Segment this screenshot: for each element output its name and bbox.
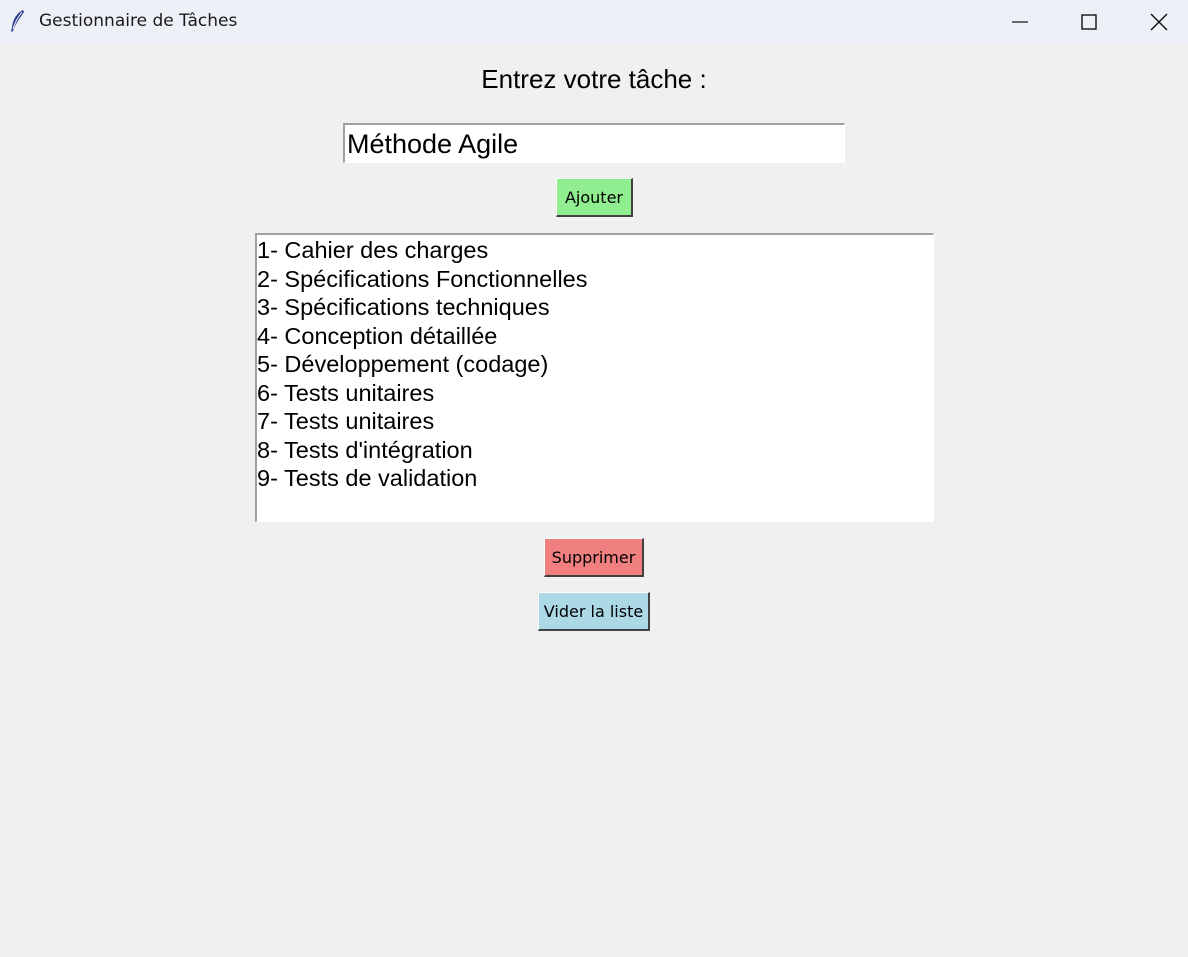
list-item[interactable]: 7- Tests unitaires xyxy=(257,407,933,436)
list-item[interactable]: 1- Cahier des charges xyxy=(257,236,933,265)
delete-button[interactable]: Supprimer xyxy=(544,538,644,577)
list-item[interactable]: 4- Conception détaillée xyxy=(257,322,933,351)
app-window: Gestionnaire de Tâches Entrez votre tâch… xyxy=(0,0,1188,957)
task-input[interactable] xyxy=(343,123,845,163)
feather-icon xyxy=(8,9,28,33)
minimize-icon xyxy=(1011,13,1029,31)
clear-list-button[interactable]: Vider la liste xyxy=(538,592,650,631)
close-button[interactable] xyxy=(1124,0,1188,44)
close-icon xyxy=(1150,13,1168,31)
task-prompt-label: Entrez votre tâche : xyxy=(481,64,707,94)
window-title: Gestionnaire de Tâches xyxy=(39,11,238,31)
list-item[interactable]: 8- Tests d'intégration xyxy=(257,436,933,465)
list-item[interactable]: 3- Spécifications techniques xyxy=(257,293,933,322)
maximize-icon xyxy=(1080,13,1098,31)
minimize-button[interactable] xyxy=(985,0,1055,44)
list-item[interactable]: 2- Spécifications Fonctionnelles xyxy=(257,265,933,294)
list-item[interactable]: 6- Tests unitaires xyxy=(257,379,933,408)
maximize-button[interactable] xyxy=(1054,0,1124,44)
task-listbox[interactable]: 1- Cahier des charges 2- Spécifications F… xyxy=(255,233,934,522)
add-button[interactable]: Ajouter xyxy=(556,178,633,217)
title-bar[interactable]: Gestionnaire de Tâches xyxy=(0,0,1188,44)
list-item[interactable]: 5- Développement (codage) xyxy=(257,350,933,379)
list-item[interactable]: 9- Tests de validation xyxy=(257,464,933,493)
